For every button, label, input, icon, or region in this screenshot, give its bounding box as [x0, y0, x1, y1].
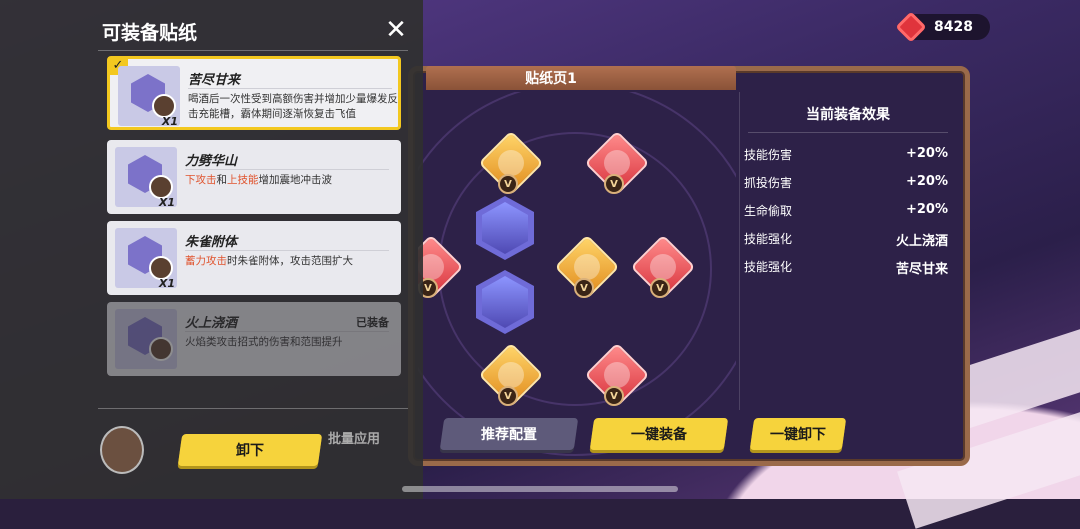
divider	[748, 132, 948, 133]
desc-text: 增加震地冲击波	[258, 174, 333, 186]
desc-text: 时朱雀附体，攻击范围扩大	[227, 255, 353, 267]
effects-title: 当前装备效果	[806, 107, 890, 123]
sticker-card[interactable]: X1 力劈华山 下攻击和上技能增加震地冲击波	[107, 140, 401, 214]
sticker-card[interactable]: ✓ X1 苦尽甘来 喝酒后一次性受到高额伤害并增加少量爆发反击充能槽，霸体期间逐…	[107, 56, 401, 130]
equip-all-label: 一键装备	[631, 427, 687, 443]
v-rank-icon: V	[604, 174, 624, 194]
effect-value: +20%	[905, 202, 948, 217]
recommend-config-button[interactable]: 推荐配置	[439, 418, 579, 450]
sticker-thumbnail	[115, 309, 177, 369]
effect-value: +20%	[905, 146, 948, 161]
currency-display[interactable]: 8428	[895, 11, 990, 43]
sticker-name: 朱雀附体	[185, 235, 238, 250]
board-title-bar: 贴纸页1	[426, 66, 736, 90]
effect-value: +20%	[905, 174, 948, 189]
effects-panel: 当前装备效果 技能伤害 +20% 抓投伤害 +20% 生命偷取 +20% 技能强…	[739, 92, 956, 410]
divider	[185, 169, 389, 170]
unequip-label: 卸下	[236, 443, 264, 459]
effect-row: 生命偷取 +20%	[744, 202, 948, 219]
effect-row: 技能强化 苦尽甘来	[744, 258, 948, 277]
sticker-list-panel: 可装备贴纸 ✕ ✓ X1 苦尽甘来 喝酒后一次性受到高额伤害并增加少量爆发反击充…	[0, 0, 423, 499]
effect-name: 技能强化	[744, 232, 793, 246]
sticker-wheel: V V V V V V V	[418, 92, 736, 462]
board-title: 贴纸页1	[525, 71, 577, 87]
effect-name: 抓投伤害	[744, 176, 793, 190]
effect-row: 技能强化 火上浇酒	[744, 230, 948, 249]
v-rank-icon: V	[498, 174, 518, 194]
divider	[98, 408, 408, 409]
desc-highlight: 蓄力攻击	[185, 255, 227, 267]
sticker-thumbnail: X1	[118, 66, 180, 128]
divider	[185, 331, 389, 332]
sticker-desc: 火焰类攻击招式的伤害和范围提升	[185, 336, 343, 348]
equipped-badge: 已装备	[356, 316, 389, 329]
recommend-config-label: 推荐配置	[481, 427, 537, 443]
sticker-name: 力劈华山	[185, 154, 238, 169]
sticker-thumbnail: X1	[115, 228, 177, 290]
unequip-button[interactable]: 卸下	[177, 434, 323, 466]
divider	[188, 88, 392, 89]
close-icon[interactable]: ✕	[384, 17, 408, 43]
sticker-card[interactable]: 火上浇酒 已装备 火焰类攻击招式的伤害和范围提升	[107, 302, 401, 376]
equip-all-button[interactable]: 一键装备	[589, 418, 729, 450]
sticker-count: X1	[158, 196, 175, 209]
v-rank-icon: V	[650, 278, 670, 298]
panel-title: 可装备贴纸	[102, 22, 198, 44]
effect-row: 技能伤害 +20%	[744, 146, 948, 163]
sticker-desc: 喝酒后一次性受到高额伤害并增加少量爆发反击充能槽，霸体期间逐渐恢复击飞值	[188, 93, 398, 120]
home-indicator[interactable]	[402, 486, 678, 492]
desc-text: 和	[216, 174, 228, 186]
sticker-thumbnail: X1	[115, 147, 177, 209]
currency-amount: 8428	[934, 19, 973, 35]
avatar	[149, 337, 173, 361]
v-rank-icon: V	[604, 386, 624, 406]
desc-highlight: 上技能	[227, 174, 259, 186]
sticker-desc: 蓄力攻击时朱雀附体，攻击范围扩大	[185, 254, 395, 269]
desc-highlight: 下攻击	[185, 174, 217, 186]
avatar[interactable]	[100, 426, 144, 474]
divider	[98, 50, 408, 51]
batch-apply-button[interactable]: 批量应用	[328, 428, 380, 447]
sticker-count: X1	[161, 115, 178, 128]
sticker-name: 火上浇酒	[185, 316, 238, 331]
unequip-all-button[interactable]: 一键卸下	[749, 418, 847, 450]
v-rank-icon: V	[574, 278, 594, 298]
effect-name: 技能伤害	[744, 148, 793, 162]
effect-row: 抓投伤害 +20%	[744, 174, 948, 191]
unequip-all-label: 一键卸下	[770, 427, 826, 443]
sticker-name: 苦尽甘来	[188, 73, 241, 88]
sticker-card[interactable]: X1 朱雀附体 蓄力攻击时朱雀附体，攻击范围扩大	[107, 221, 401, 295]
sticker-count: X1	[158, 277, 175, 290]
divider	[185, 250, 389, 251]
effect-value: 苦尽甘来	[895, 262, 948, 277]
sticker-desc: 下攻击和上技能增加震地冲击波	[185, 173, 395, 188]
v-rank-icon: V	[498, 386, 518, 406]
effect-name: 技能强化	[744, 260, 793, 274]
effect-name: 生命偷取	[744, 204, 793, 218]
effect-value: 火上浇酒	[895, 234, 948, 249]
